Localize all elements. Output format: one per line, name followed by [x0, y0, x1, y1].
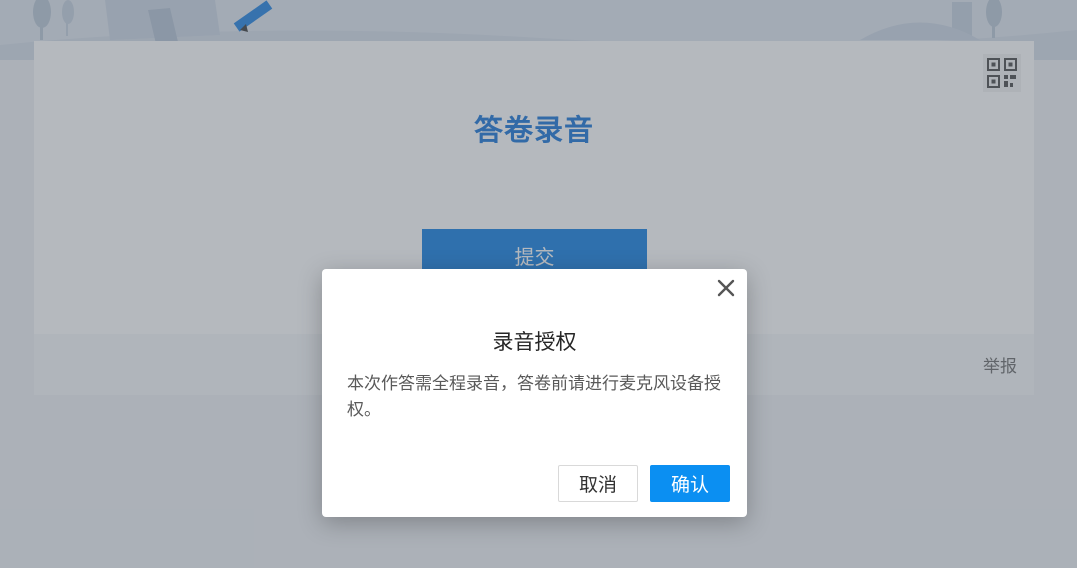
- confirm-button[interactable]: 确认: [650, 465, 730, 502]
- close-icon: [717, 279, 735, 297]
- dialog-message: 本次作答需全程录音，答卷前请进行麦克风设备授权。: [347, 374, 721, 420]
- dialog-title: 录音授权: [492, 330, 577, 354]
- close-button[interactable]: [716, 278, 736, 298]
- recording-permission-dialog: 录音授权 本次作答需全程录音，答卷前请进行麦克风设备授权。 取消 确认: [322, 269, 747, 517]
- cancel-button[interactable]: 取消: [558, 465, 638, 502]
